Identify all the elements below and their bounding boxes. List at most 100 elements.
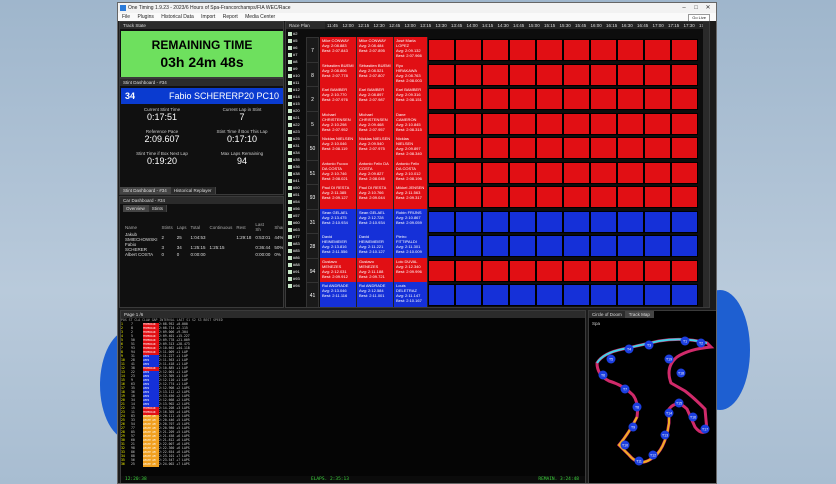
- car-filter-item[interactable]: #94: [287, 282, 305, 289]
- planned-stint-block[interactable]: [644, 39, 671, 61]
- car-filter-item[interactable]: #77: [287, 233, 305, 240]
- stint-block[interactable]: Rui ANDRADE Avg: 2:13.046 Best: 2:11.116: [320, 282, 357, 307]
- planned-stint-block[interactable]: [671, 186, 698, 208]
- planned-stint-block[interactable]: [671, 161, 698, 184]
- car-filter-item[interactable]: #50: [287, 184, 305, 191]
- stint-block[interactable]: Nicklas NIELSEN Avg: 2:09.540 Best: 2:07.9…: [357, 135, 394, 162]
- checkbox-icon[interactable]: [288, 136, 292, 141]
- stint-block[interactable]: Sean GELAEL Avg: 2:13.475 Best: 2:10.934: [320, 208, 357, 236]
- planned-stint-block[interactable]: [617, 186, 644, 208]
- planned-stint-block[interactable]: [617, 112, 644, 135]
- planned-stint-block[interactable]: [671, 235, 698, 257]
- checkbox-icon[interactable]: [288, 157, 292, 162]
- car-filter-item[interactable]: #2: [287, 30, 305, 37]
- planned-stint-block[interactable]: [455, 259, 482, 282]
- planned-stint-block[interactable]: [590, 39, 617, 61]
- tab-stints[interactable]: Stints: [148, 205, 168, 212]
- planned-stint-block[interactable]: [590, 235, 617, 257]
- planned-stint-block[interactable]: [617, 63, 644, 86]
- checkbox-icon[interactable]: [288, 171, 292, 176]
- planned-stint-block[interactable]: [455, 63, 482, 86]
- car-filter-item[interactable]: #15: [287, 100, 305, 107]
- planned-stint-block[interactable]: [563, 235, 590, 257]
- stint-block[interactable]: David HEINEMEIER Avg: 2:13.816 Best: 2:11.…: [320, 233, 357, 260]
- stint-block[interactable]: Pietro FITTIPALDI Avg: 2:11.301 Best: 2:10…: [394, 233, 428, 260]
- tab-circle-of-doom[interactable]: Circle of Doom: [589, 311, 626, 318]
- car-filter-item[interactable]: #88: [287, 261, 305, 268]
- planned-stint-block[interactable]: [590, 137, 617, 159]
- planned-stint-block[interactable]: [671, 63, 698, 86]
- maximize-icon[interactable]: □: [690, 3, 702, 13]
- planned-stint-block[interactable]: [644, 63, 671, 86]
- minimize-icon[interactable]: –: [678, 3, 690, 13]
- checkbox-icon[interactable]: [288, 241, 292, 246]
- checkbox-icon[interactable]: [288, 220, 292, 225]
- planned-stint-block[interactable]: [482, 284, 509, 306]
- stint-block[interactable]: Ryo HIRAKAWA Avg: 2:08.763 Best: 2:08.003: [394, 61, 428, 89]
- table-row[interactable]: Fabio SCHERER 3 34 1:25:15 1:25:15 0:36:44 50%: [123, 242, 283, 252]
- car-filter-item[interactable]: #51: [287, 191, 305, 198]
- stint-block[interactable]: Robin FRIJNS Avg: 2:10.867 Best: 2:09.059: [394, 208, 428, 236]
- car-filter-item[interactable]: #6: [287, 44, 305, 51]
- checkbox-icon[interactable]: [288, 80, 292, 85]
- checkbox-icon[interactable]: [288, 213, 292, 218]
- checkbox-icon[interactable]: [288, 108, 292, 113]
- checkbox-icon[interactable]: [288, 59, 292, 64]
- planned-stint-block[interactable]: [536, 210, 563, 233]
- stint-block[interactable]: Mike CONWAY Avg: 2:08.484 Best: 2:07.895: [357, 37, 394, 64]
- menu-import[interactable]: Import: [201, 14, 215, 20]
- planned-stint-block[interactable]: [644, 186, 671, 208]
- stint-block[interactable]: Sean GELAEL Avg: 2:12.728 Best: 2:10.934: [357, 208, 394, 236]
- planned-stint-block[interactable]: [563, 259, 590, 282]
- car-filter-item[interactable]: #14: [287, 93, 305, 100]
- stint-block[interactable]: Earl BAMBER Avg: 2:09.316 Best: 2:08.151: [394, 86, 428, 113]
- planned-stint-block[interactable]: [455, 284, 482, 306]
- planned-stint-block[interactable]: [536, 235, 563, 257]
- planned-stint-block[interactable]: [455, 235, 482, 257]
- planned-stint-block[interactable]: [428, 161, 455, 184]
- planned-stint-block[interactable]: [563, 161, 590, 184]
- checkbox-icon[interactable]: [288, 178, 292, 183]
- planned-stint-block[interactable]: [671, 112, 698, 135]
- planned-stint-block[interactable]: [428, 112, 455, 135]
- close-icon[interactable]: ✕: [702, 3, 714, 13]
- car-filter-item[interactable]: #23: [287, 128, 305, 135]
- checkbox-icon[interactable]: [288, 164, 292, 169]
- car-filter-item[interactable]: #36: [287, 163, 305, 170]
- stint-block[interactable]: Rui ANDRADE Avg: 2:12.584 Best: 2:11.001: [357, 282, 394, 307]
- checkbox-icon[interactable]: [288, 94, 292, 99]
- stint-block[interactable]: Michael CHRISTENSEN Avg: 2:10.298 Best: 2:…: [320, 110, 357, 138]
- car-filter-item[interactable]: #41: [287, 177, 305, 184]
- planned-stint-block[interactable]: [671, 88, 698, 110]
- stint-block[interactable]: Sébastien BUEMI Avg: 2:08.521 Best: 2:07.8…: [357, 61, 394, 89]
- planned-stint-block[interactable]: [644, 235, 671, 257]
- tab-historical-replayer[interactable]: Historical Replayer: [170, 187, 216, 194]
- planned-stint-block[interactable]: [617, 137, 644, 159]
- planned-stint-block[interactable]: [671, 284, 698, 306]
- car-filter-item[interactable]: #9: [287, 65, 305, 72]
- planned-stint-block[interactable]: [455, 88, 482, 110]
- car-filter-item[interactable]: #83: [287, 240, 305, 247]
- planned-stint-block[interactable]: [563, 137, 590, 159]
- car-filter-item[interactable]: #57: [287, 212, 305, 219]
- planned-stint-block[interactable]: [617, 210, 644, 233]
- planned-stint-block[interactable]: [509, 284, 536, 306]
- planned-stint-block[interactable]: [563, 284, 590, 306]
- planned-stint-block[interactable]: [455, 39, 482, 61]
- menu-plugins[interactable]: Plugins: [137, 14, 153, 20]
- planned-stint-block[interactable]: [455, 161, 482, 184]
- car-filter-item[interactable]: #38: [287, 170, 305, 177]
- checkbox-icon[interactable]: [288, 185, 292, 190]
- stint-block[interactable]: Mike CONWAY Avg: 2:08.883 Best: 2:07.843: [320, 37, 357, 64]
- stint-block[interactable]: Earl BAMBER Avg: 2:10.770 Best: 2:07.976: [320, 86, 357, 113]
- planned-stint-block[interactable]: [455, 210, 482, 233]
- planned-stint-block[interactable]: [644, 259, 671, 282]
- planned-stint-block[interactable]: [590, 210, 617, 233]
- stint-block[interactable]: Mikkel JENSEN Avg: 2:11.563 Best: 2:09.317: [394, 184, 428, 211]
- car-filter-item[interactable]: #35: [287, 156, 305, 163]
- planned-stint-block[interactable]: [590, 161, 617, 184]
- planned-stint-block[interactable]: [482, 161, 509, 184]
- car-filter-item[interactable]: #22: [287, 121, 305, 128]
- planned-stint-block[interactable]: [455, 112, 482, 135]
- stint-block[interactable]: Loic DUVAL Avg: 2:12.340 Best: 2:09.996: [394, 257, 428, 285]
